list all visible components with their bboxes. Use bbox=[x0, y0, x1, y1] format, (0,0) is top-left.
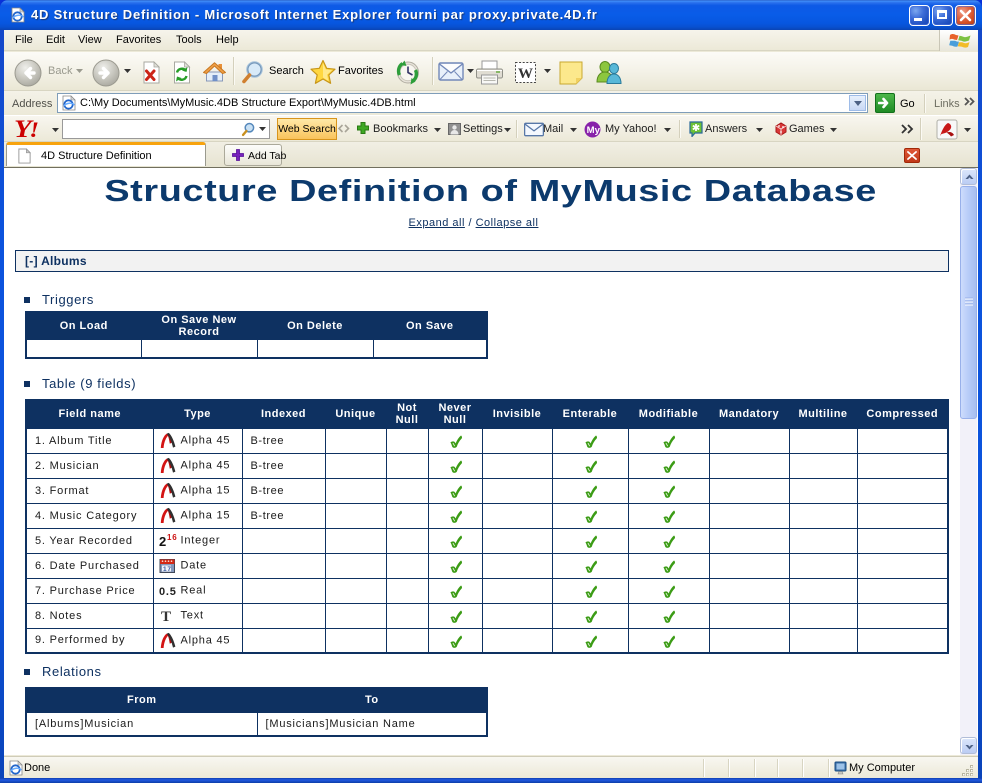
svg-text:My: My bbox=[587, 125, 601, 136]
svg-text:W: W bbox=[518, 66, 533, 82]
